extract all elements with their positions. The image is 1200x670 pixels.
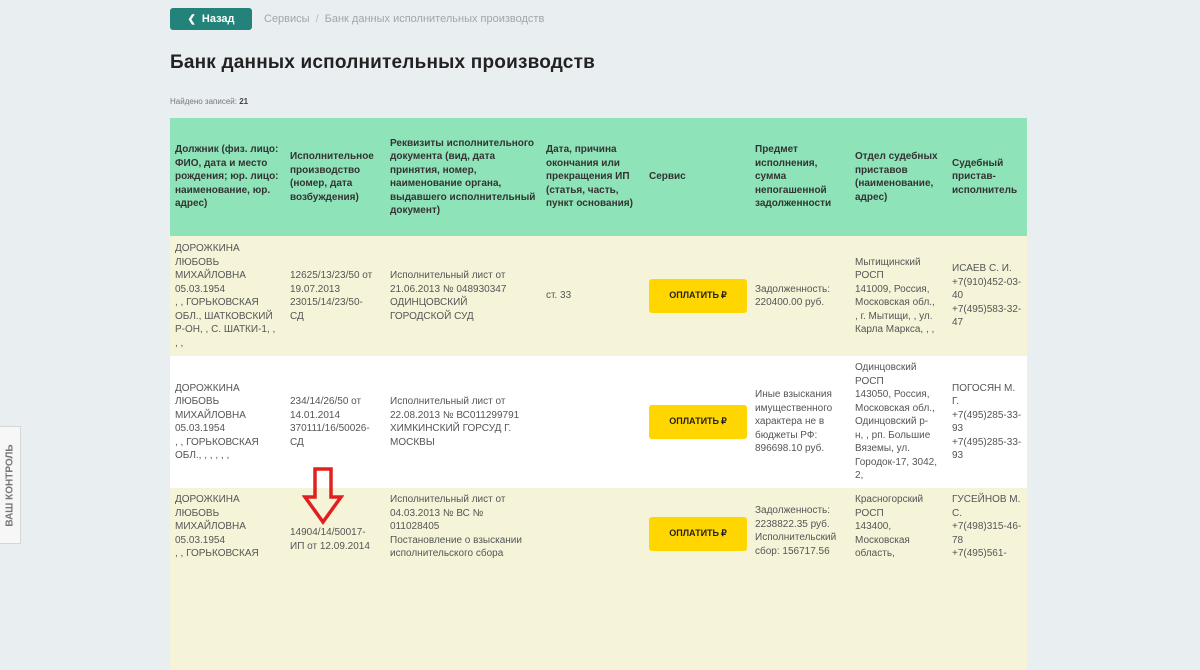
department-cell: Одинцовский РОСП 143050, Россия, Московс… bbox=[850, 356, 947, 488]
pay-button[interactable]: ОПЛАТИТЬ ₽ bbox=[649, 517, 747, 551]
document-cell: Исполнительный лист от 04.03.2013 № ВС №… bbox=[385, 488, 541, 670]
col-header-document: Реквизиты исполнительного документа (вид… bbox=[385, 118, 541, 236]
table-header-row: Должник (физ. лицо: ФИО, дата и место ро… bbox=[170, 118, 1027, 236]
red-arrow-down-icon bbox=[302, 467, 344, 525]
document-cell: Исполнительный лист от 22.08.2013 № ВС01… bbox=[385, 356, 541, 488]
col-header-debtor: Должник (физ. лицо: ФИО, дата и место ро… bbox=[170, 118, 285, 236]
service-cell: ОПЛАТИТЬ ₽ bbox=[644, 356, 750, 488]
service-cell: ОПЛАТИТЬ ₽ bbox=[644, 488, 750, 670]
document-cell: Исполнительный лист от 21.06.2013 № 0489… bbox=[385, 236, 541, 356]
bailiff-cell: ПОГОСЯН М. Г. +7(495)285-33- 93 +7(495)2… bbox=[947, 356, 1027, 488]
end-cell bbox=[541, 356, 644, 488]
top-nav: ❮ Назад Сервисы / Банк данных исполнител… bbox=[170, 8, 544, 30]
table-row: ДОРОЖКИНА ЛЮБОВЬ МИХАЙЛОВНА 05.03.1954 ,… bbox=[170, 236, 1027, 356]
ruble-icon: ₽ bbox=[721, 528, 727, 539]
records-count-value: 21 bbox=[239, 97, 249, 106]
end-cell: ст. 33 bbox=[541, 236, 644, 356]
pay-button-label: ОПЛАТИТЬ bbox=[669, 416, 720, 427]
pay-button[interactable]: ОПЛАТИТЬ ₽ bbox=[649, 405, 747, 439]
proceeding-cell: 12625/13/23/50 от 19.07.2013 23015/14/23… bbox=[285, 236, 385, 356]
col-header-end: Дата, причина окончания или прекращения … bbox=[541, 118, 644, 236]
col-header-service: Сервис bbox=[644, 118, 750, 236]
breadcrumb-current: Банк данных исполнительных производств bbox=[324, 13, 545, 25]
pay-button[interactable]: ОПЛАТИТЬ ₽ bbox=[649, 279, 747, 313]
service-cell: ОПЛАТИТЬ ₽ bbox=[644, 236, 750, 356]
subject-cell: Задолженность: 220400.00 руб. bbox=[750, 236, 850, 356]
feedback-side-tab[interactable]: ВАШ КОНТРОЛЬ bbox=[0, 426, 21, 544]
breadcrumb-separator: / bbox=[315, 13, 319, 25]
breadcrumb: Сервисы / Банк данных исполнительных про… bbox=[264, 13, 544, 25]
results-table: Должник (физ. лицо: ФИО, дата и место ро… bbox=[170, 118, 1027, 670]
end-cell bbox=[541, 488, 644, 670]
ruble-icon: ₽ bbox=[721, 416, 727, 427]
table-row: ДОРОЖКИНА ЛЮБОВЬ МИХАЙЛОВНА 05.03.1954 ,… bbox=[170, 356, 1027, 488]
table-row: ДОРОЖКИНА ЛЮБОВЬ МИХАЙЛОВНА 05.03.1954 ,… bbox=[170, 488, 1027, 670]
back-button-label: Назад bbox=[201, 13, 235, 25]
col-header-bailiff: Судебный пристав-исполнитель bbox=[947, 118, 1027, 236]
chevron-left-icon: ❮ bbox=[187, 13, 196, 25]
department-cell: Мытищинский РОСП 141009, Россия, Московс… bbox=[850, 236, 947, 356]
debtor-cell: ДОРОЖКИНА ЛЮБОВЬ МИХАЙЛОВНА 05.03.1954 ,… bbox=[170, 356, 285, 488]
col-header-subject: Предмет исполнения, сумма непогашенной з… bbox=[750, 118, 850, 236]
breadcrumb-services[interactable]: Сервисы bbox=[264, 13, 310, 25]
back-button[interactable]: ❮ Назад bbox=[170, 8, 252, 30]
page-title: Банк данных исполнительных производств bbox=[170, 52, 595, 73]
subject-cell: Задолженность: 2238822.35 руб. Исполните… bbox=[750, 488, 850, 670]
department-cell: Красногорский РОСП 143400, Московская об… bbox=[850, 488, 947, 670]
records-count-label: Найдено записей: bbox=[170, 97, 237, 106]
pay-button-label: ОПЛАТИТЬ bbox=[669, 290, 720, 301]
bailiff-cell: ИСАЕВ С. И. +7(910)452-03- 40 +7(495)583… bbox=[947, 236, 1027, 356]
ruble-icon: ₽ bbox=[721, 290, 727, 301]
debtor-cell: ДОРОЖКИНА ЛЮБОВЬ МИХАЙЛОВНА 05.03.1954 ,… bbox=[170, 236, 285, 356]
records-count: Найдено записей: 21 bbox=[170, 97, 248, 106]
col-header-department: Отдел судебных приставов (наименование, … bbox=[850, 118, 947, 236]
pay-button-label: ОПЛАТИТЬ bbox=[669, 528, 720, 539]
subject-cell: Иные взыскания имущественного характера … bbox=[750, 356, 850, 488]
debtor-cell: ДОРОЖКИНА ЛЮБОВЬ МИХАЙЛОВНА 05.03.1954 ,… bbox=[170, 488, 285, 670]
bailiff-cell: ГУСЕЙНОВ М. С. +7(498)315-46- 78 +7(495)… bbox=[947, 488, 1027, 670]
feedback-side-tab-label: ВАШ КОНТРОЛЬ bbox=[4, 443, 16, 527]
col-header-proceeding: Исполнительное производство (номер, дата… bbox=[285, 118, 385, 236]
